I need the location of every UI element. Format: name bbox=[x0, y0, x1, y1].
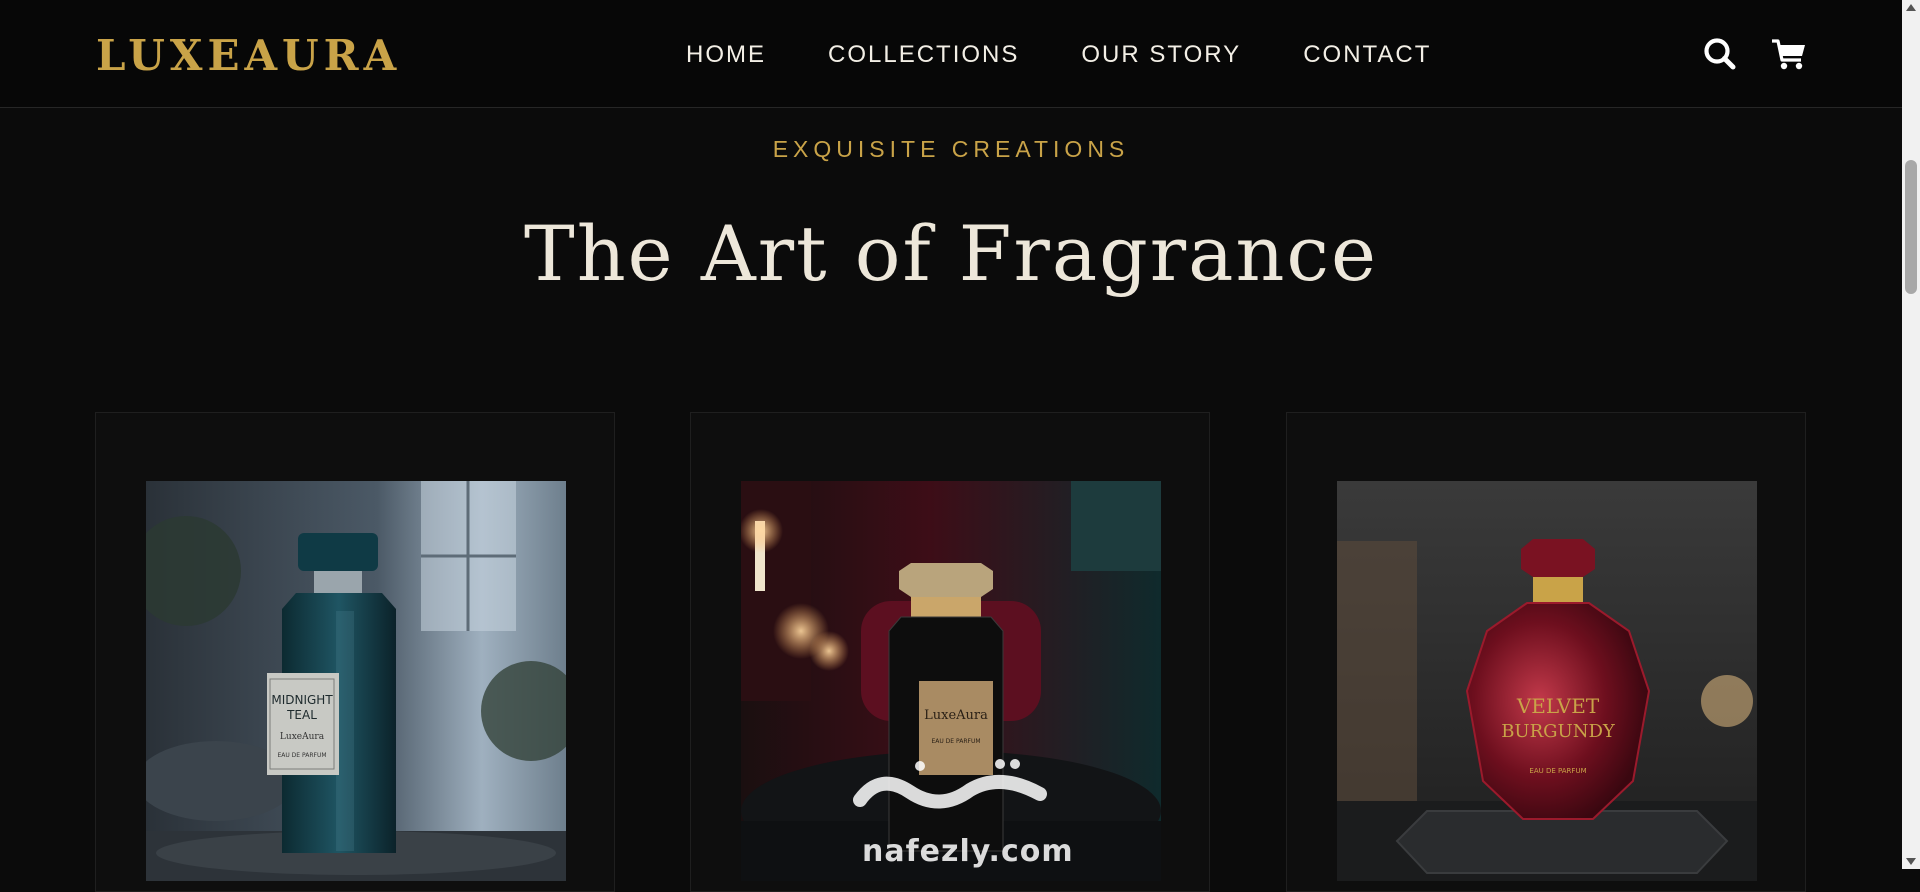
product-card-midnight-teal[interactable]: MIDNIGHT TEAL LuxeAura EAU DE PARFUM bbox=[95, 412, 615, 892]
page: LUXEAURA HOME COLLECTIONS OUR STORY CONT… bbox=[0, 0, 1902, 892]
vertical-scrollbar[interactable] bbox=[1902, 0, 1920, 869]
brand-logo[interactable]: LUXEAURA bbox=[96, 30, 401, 82]
svg-text:EAU DE PARFUM: EAU DE PARFUM bbox=[931, 738, 980, 745]
svg-text:LuxeAura: LuxeAura bbox=[924, 708, 988, 723]
product-card-luxeaura[interactable]: LuxeAura EAU DE PARFUM bbox=[690, 412, 1210, 892]
nav-item-our-story[interactable]: OUR STORY bbox=[1081, 38, 1241, 72]
section-title: The Art of Fragrance bbox=[524, 209, 1378, 298]
section-eyebrow: EXQUISITE CREATIONS bbox=[772, 136, 1130, 162]
product-card-velvet-burgundy[interactable]: VELVET BURGUNDY EAU DE PARFUM bbox=[1286, 412, 1806, 892]
svg-text:TEAL: TEAL bbox=[286, 708, 317, 722]
nav-item-home[interactable]: HOME bbox=[686, 38, 766, 72]
cart-icon[interactable] bbox=[1771, 36, 1807, 72]
product-image-luxeaura[interactable]: LuxeAura EAU DE PARFUM bbox=[741, 481, 1161, 881]
scroll-thumb[interactable] bbox=[1905, 160, 1917, 294]
scroll-up-arrow-icon[interactable] bbox=[1906, 4, 1916, 11]
nav-item-contact[interactable]: CONTACT bbox=[1303, 38, 1431, 72]
product-image-midnight-teal[interactable]: MIDNIGHT TEAL LuxeAura EAU DE PARFUM bbox=[146, 481, 566, 881]
nav-item-collections[interactable]: COLLECTIONS bbox=[828, 38, 1019, 72]
svg-text:EAU DE PARFUM: EAU DE PARFUM bbox=[1529, 767, 1586, 775]
svg-text:BURGUNDY: BURGUNDY bbox=[1501, 721, 1616, 742]
main-nav: HOME COLLECTIONS OUR STORY CONTACT bbox=[686, 38, 1431, 72]
site-header: LUXEAURA HOME COLLECTIONS OUR STORY CONT… bbox=[0, 0, 1902, 108]
svg-text:MIDNIGHT: MIDNIGHT bbox=[271, 693, 333, 707]
svg-text:VELVET: VELVET bbox=[1516, 694, 1600, 718]
scroll-down-arrow-icon[interactable] bbox=[1906, 858, 1916, 865]
svg-text:EAU DE PARFUM: EAU DE PARFUM bbox=[277, 752, 326, 759]
search-icon[interactable] bbox=[1702, 36, 1738, 72]
svg-text:LuxeAura: LuxeAura bbox=[280, 732, 325, 742]
product-image-velvet-burgundy[interactable]: VELVET BURGUNDY EAU DE PARFUM bbox=[1337, 481, 1757, 881]
